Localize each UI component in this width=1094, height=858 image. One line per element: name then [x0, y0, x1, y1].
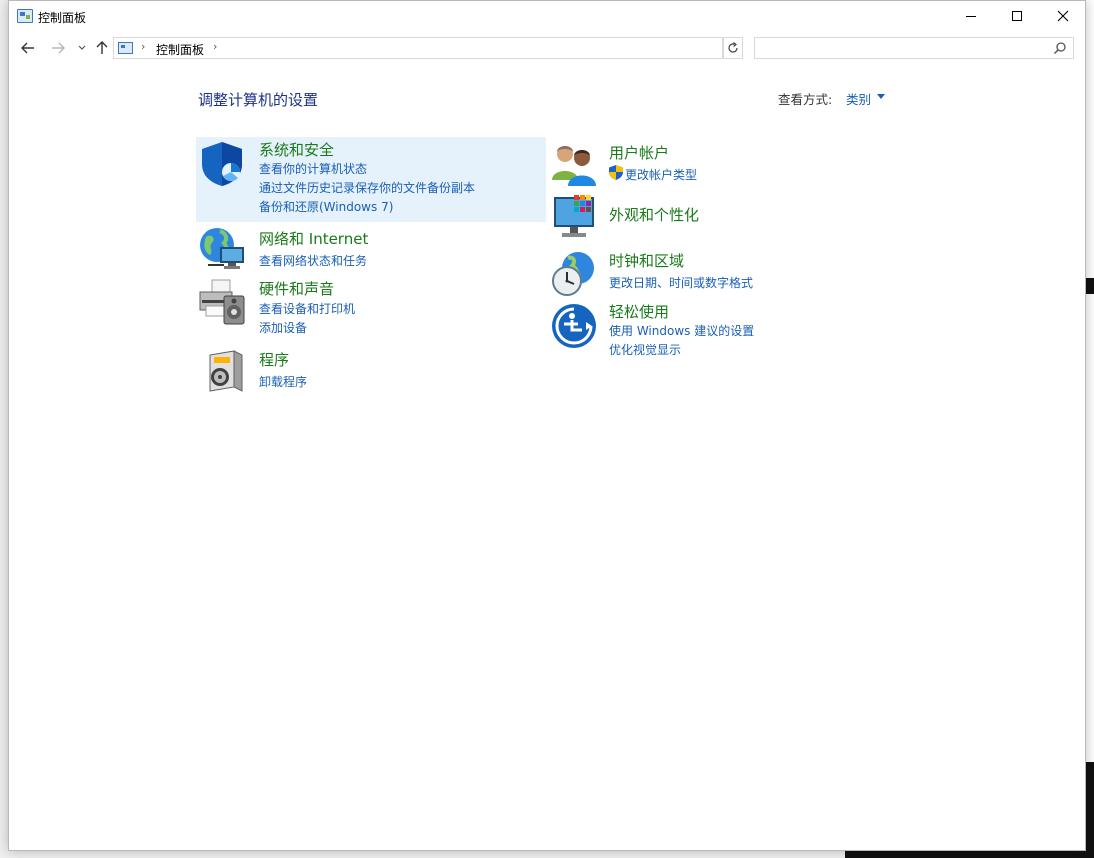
link-file-history[interactable]: 通过文件历史记录保存你的文件备份副本: [259, 179, 475, 196]
link-network-status[interactable]: 查看网络状态和任务: [259, 252, 367, 269]
back-button[interactable]: [19, 39, 37, 57]
refresh-button[interactable]: [723, 37, 743, 59]
page-title: 调整计算机的设置: [198, 91, 319, 109]
category-title-user-accounts[interactable]: 用户帐户: [609, 142, 669, 163]
navigation-bar: › 控制面板 ›: [9, 35, 1085, 61]
title-bar[interactable]: 控制面板: [9, 1, 1085, 33]
breadcrumb-separator-icon[interactable]: ›: [141, 40, 145, 53]
printer-icon[interactable]: [198, 278, 246, 326]
link-view-computer-status[interactable]: 查看你的计算机状态: [259, 160, 367, 177]
minimize-icon: [966, 15, 976, 17]
back-arrow-icon: [21, 42, 34, 54]
category-title-network[interactable]: 网络和 Internet: [259, 228, 368, 249]
up-arrow-icon: [96, 41, 108, 54]
ease-of-access-icon[interactable]: [550, 302, 598, 350]
view-by-dropdown[interactable]: 类别: [846, 89, 871, 108]
link-devices-printers[interactable]: 查看设备和打印机: [259, 300, 355, 317]
category-title-appearance[interactable]: 外观和个性化: [609, 204, 699, 225]
programs-icon[interactable]: [200, 347, 248, 395]
window-title: 控制面板: [38, 11, 87, 25]
search-input[interactable]: [754, 37, 1074, 59]
close-button[interactable]: [1040, 1, 1086, 31]
minimize-button[interactable]: [948, 1, 994, 31]
background-desktop: [1086, 0, 1094, 858]
address-bar[interactable]: › 控制面板 ›: [113, 37, 821, 59]
monitor-color-icon[interactable]: [550, 193, 598, 241]
control-panel-small-icon: [118, 42, 133, 54]
shield-icon[interactable]: [198, 140, 246, 188]
chevron-down-icon: [78, 45, 86, 50]
caret-down-icon[interactable]: [877, 94, 885, 99]
link-uninstall-program[interactable]: 卸载程序: [259, 373, 307, 390]
link-optimize-visual-display[interactable]: 优化视觉显示: [609, 341, 681, 358]
forward-button[interactable]: [49, 39, 67, 57]
link-add-device[interactable]: 添加设备: [259, 319, 307, 336]
link-change-account-type[interactable]: 更改帐户类型: [625, 166, 697, 183]
search-icon: [1053, 42, 1066, 55]
network-globe-icon[interactable]: [198, 225, 246, 273]
maximize-button[interactable]: [994, 1, 1040, 31]
link-recommended-settings[interactable]: 使用 Windows 建议的设置: [609, 322, 754, 339]
breadcrumb-control-panel[interactable]: 控制面板: [156, 41, 204, 58]
category-title-hardware[interactable]: 硬件和声音: [259, 278, 334, 299]
users-icon[interactable]: [550, 140, 598, 188]
close-icon: [1057, 10, 1069, 22]
breadcrumb-separator-icon[interactable]: ›: [213, 40, 217, 53]
forward-arrow-icon: [52, 42, 65, 54]
category-title-programs[interactable]: 程序: [259, 349, 289, 370]
control-panel-app-icon: [17, 9, 33, 23]
clock-globe-icon[interactable]: [550, 250, 598, 298]
uac-shield-icon: [609, 165, 623, 180]
background-strip: [1086, 278, 1094, 294]
view-by-label: 查看方式:: [778, 92, 833, 107]
control-panel-window: 控制面板 › 控制面板 › 调整计算机的设置 查看方式: 类别 系统和安全 查看…: [8, 0, 1086, 851]
link-backup-restore[interactable]: 备份和还原(Windows 7): [259, 198, 393, 215]
maximize-icon: [1012, 11, 1022, 21]
up-button[interactable]: [93, 39, 111, 57]
category-title-ease-of-access[interactable]: 轻松使用: [609, 301, 669, 322]
refresh-icon: [728, 42, 738, 53]
category-title-system-security[interactable]: 系统和安全: [259, 139, 334, 160]
category-title-clock-region[interactable]: 时钟和区域: [609, 250, 684, 271]
link-change-date-time-format[interactable]: 更改日期、时间或数字格式: [609, 274, 753, 291]
recent-locations-button[interactable]: [73, 39, 91, 57]
